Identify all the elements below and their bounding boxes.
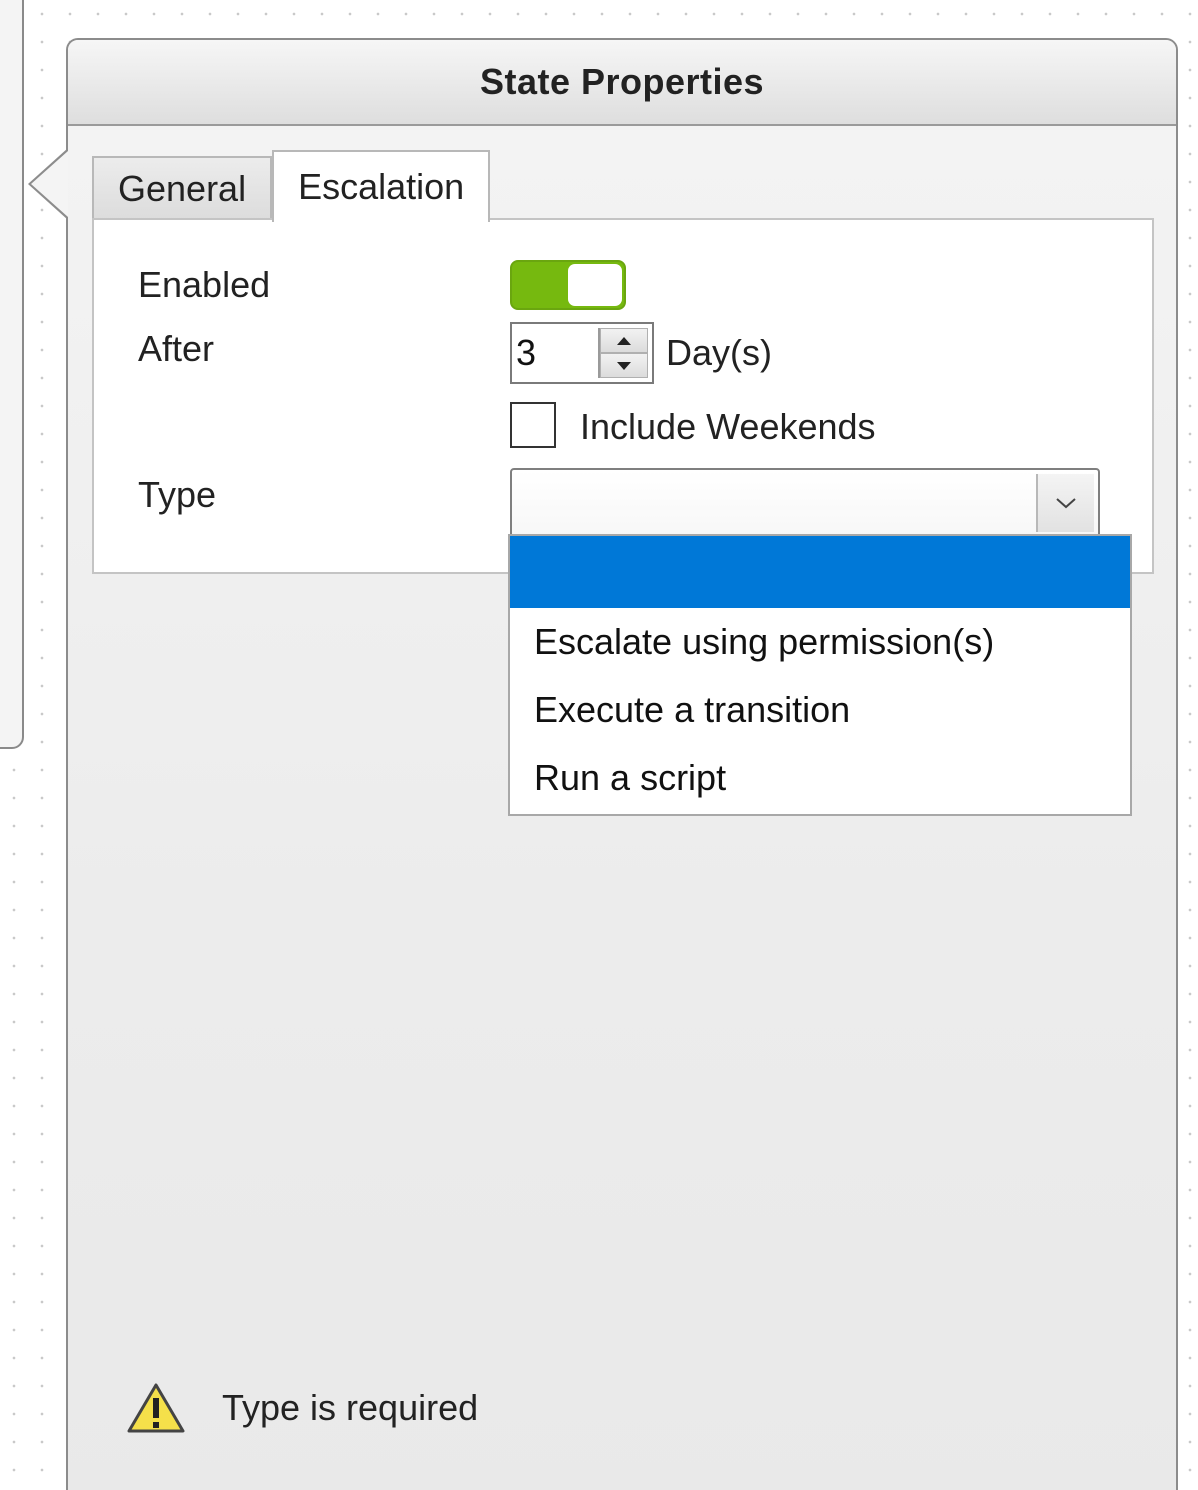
enabled-label: Enabled: [138, 264, 271, 305]
after-input[interactable]: 3: [512, 324, 598, 382]
validation-text: Type is required: [222, 1387, 479, 1428]
adjacent-node[interactable]: [0, 0, 24, 749]
tab-general[interactable]: General: [92, 156, 273, 220]
type-option-execute-transition[interactable]: Execute a transition: [510, 676, 1130, 744]
panel-title: State Properties: [479, 61, 765, 102]
type-option-run-script[interactable]: Run a script: [510, 744, 1130, 812]
type-select[interactable]: [510, 468, 1100, 538]
after-stepper: 3: [510, 322, 654, 384]
increment-button[interactable]: [600, 328, 648, 353]
type-option-escalate-permissions[interactable]: Escalate using permission(s): [510, 608, 1130, 676]
after-label: After: [138, 328, 215, 369]
warning-icon: [127, 1383, 185, 1433]
type-option-empty[interactable]: [510, 536, 1130, 608]
triangle-down-icon: [617, 361, 631, 370]
type-label: Type: [138, 474, 217, 515]
after-unit-label: Day(s): [666, 332, 772, 373]
triangle-up-icon: [617, 336, 631, 345]
stepper-buttons: [598, 328, 648, 378]
decrement-button[interactable]: [600, 353, 648, 378]
toggle-knob: [568, 264, 622, 306]
type-select-button[interactable]: [1036, 474, 1094, 532]
panel-header: State Properties: [68, 40, 1176, 126]
tab-bar: General Escalation: [92, 150, 491, 222]
type-dropdown-list: Escalate using permission(s) Execute a t…: [508, 534, 1132, 816]
validation-message: Type is required: [126, 1382, 478, 1434]
include-weekends-label[interactable]: Include Weekends: [580, 406, 876, 448]
panel-pointer-fill: [31, 151, 68, 217]
escalation-tab-content: Enabled After 3 Day(s) Include Weekends: [92, 218, 1154, 574]
tab-escalation[interactable]: Escalation: [272, 150, 491, 222]
include-weekends-checkbox[interactable]: [510, 402, 556, 448]
canvas: State Properties General Escalation Enab…: [0, 0, 1198, 1490]
enabled-toggle[interactable]: [510, 260, 626, 310]
chevron-down-icon: [1056, 498, 1076, 509]
